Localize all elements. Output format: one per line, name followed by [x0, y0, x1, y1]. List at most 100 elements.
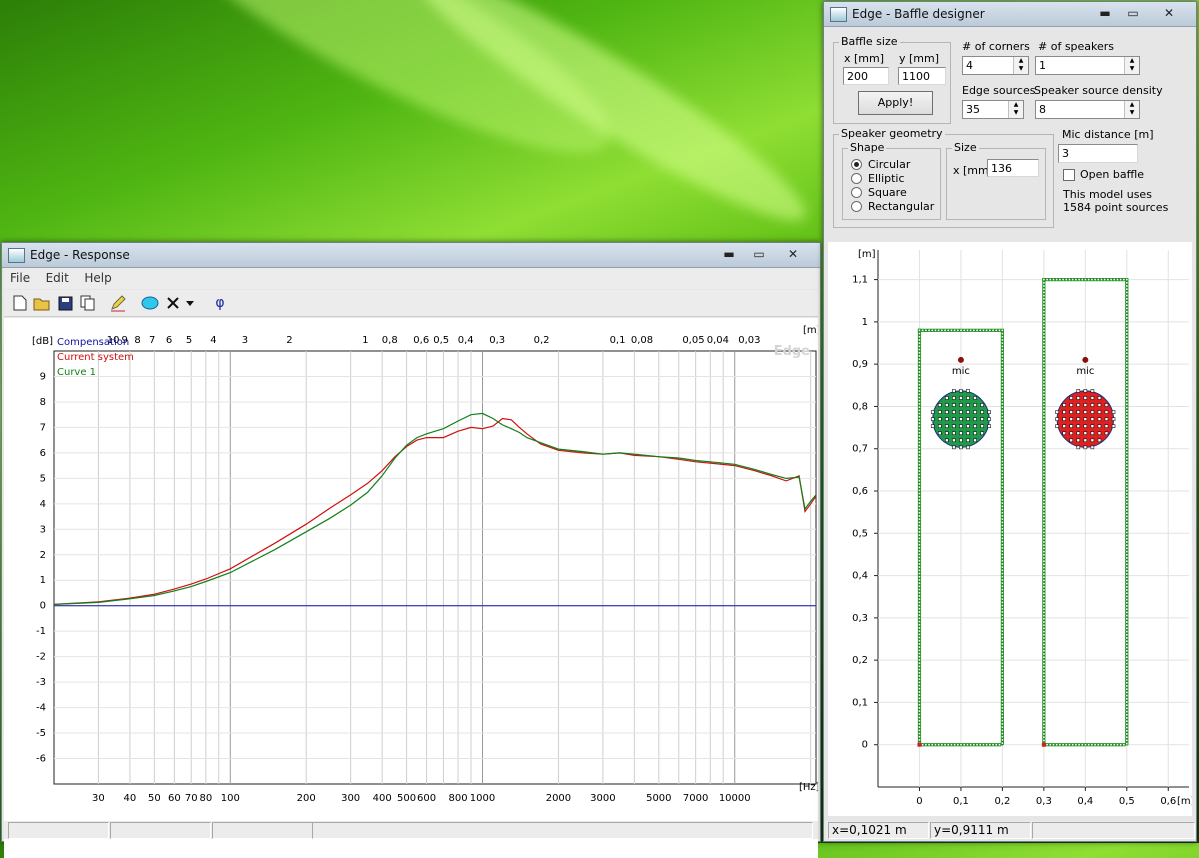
edge-source-point [1125, 405, 1129, 410]
baffle-titlebar[interactable]: Edge - Baffle designer ▬ ▭ ✕ [824, 2, 1196, 27]
top-axis-tick-label: 1 [362, 335, 368, 346]
edge-source-point [1045, 743, 1049, 747]
minimize-button[interactable]: ▬ [714, 245, 744, 263]
menu-file[interactable]: File [4, 268, 36, 285]
edge-source-point [1042, 437, 1046, 442]
edge-source-point [1000, 357, 1004, 361]
edge-source-point [1000, 530, 1004, 534]
edge-source-point [1042, 610, 1046, 614]
close-button[interactable]: ✕ [778, 245, 808, 263]
edge-source-point [1125, 591, 1129, 595]
radio-circular[interactable] [851, 159, 862, 170]
x-tick-label: 60 [168, 793, 181, 804]
speaker-source-point [959, 403, 963, 407]
edge-source-point [1125, 645, 1129, 650]
pencil-icon[interactable] [108, 293, 128, 313]
edge-source-point [917, 504, 922, 508]
speaker-source-point [1097, 417, 1102, 421]
edge-source-point [1042, 661, 1046, 666]
speaker-icon[interactable] [140, 293, 160, 313]
edge-source-point [917, 722, 922, 726]
size-x-input[interactable]: 136 [987, 159, 1039, 177]
edge-source-point [917, 367, 922, 371]
edge-source-point [921, 743, 925, 747]
speakers-spinner[interactable]: 1 ▲ ▼ [1035, 56, 1140, 75]
edge-source-point [1087, 743, 1091, 747]
edge-source-point [917, 491, 922, 496]
close-button[interactable]: ✕ [1154, 4, 1184, 22]
edge-source-point [1125, 287, 1129, 291]
speaker-source-point [937, 410, 942, 414]
edge-source-point [1000, 706, 1004, 710]
edge-source-point [956, 743, 960, 747]
edge-source-point [917, 738, 922, 742]
density-spinner[interactable]: 8 ▲ ▼ [1035, 100, 1140, 119]
edge-source-point [1000, 434, 1004, 438]
edge-source-point [1042, 549, 1046, 554]
edge-source-point [1125, 594, 1129, 598]
save-icon[interactable] [55, 293, 75, 313]
response-titlebar[interactable]: Edge - Response ▬ ▭ ✕ [2, 243, 820, 268]
maximize-button[interactable]: ▭ [744, 245, 774, 263]
open-baffle-checkbox[interactable] [1063, 169, 1075, 181]
edge-source-point [981, 743, 986, 747]
edge-source-point [1042, 498, 1046, 502]
edge-source-point [994, 328, 998, 332]
edge-source-point [1125, 316, 1129, 320]
edge-source-point [1000, 571, 1004, 576]
phase-button[interactable]: φ [210, 293, 230, 313]
open-folder-icon[interactable] [32, 293, 52, 313]
menu-edit[interactable]: Edit [40, 268, 75, 285]
corners-spinner[interactable]: 4 ▲ ▼ [962, 56, 1029, 75]
baffle-y-input[interactable]: 1100 [898, 67, 946, 85]
apply-button[interactable]: Apply! [858, 91, 933, 115]
edge-source-point [1077, 277, 1081, 282]
spinner-arrows-icon[interactable]: ▲ ▼ [1124, 57, 1139, 74]
edge-source-point [1000, 501, 1004, 505]
copy-icon[interactable] [78, 293, 98, 313]
menu-help[interactable]: Help [78, 268, 117, 285]
baffle-plot[interactable]: 00,10,20,30,40,50,6[m]1,110,90,80,70,60,… [828, 242, 1192, 816]
edge-sources-spinner[interactable]: 35 ▲ ▼ [962, 100, 1024, 119]
edge-source-point [1125, 511, 1129, 515]
edge-source-point [917, 344, 922, 348]
edge-source-point [1125, 671, 1129, 675]
edge-source-point [1077, 743, 1081, 747]
response-chart[interactable]: 9876543210-1-2-3-4-5-630 40 50 60 70 80 100 200… [4, 318, 818, 858]
edge-source-point [1042, 687, 1046, 691]
edge-source-point [1125, 348, 1129, 352]
baffle-x-input[interactable]: 200 [843, 67, 889, 85]
edge-source-point [1125, 623, 1129, 627]
spinner-arrows-icon[interactable]: ▲ ▼ [1013, 57, 1028, 74]
edge-source-point [1042, 681, 1046, 685]
speaker-source-point [930, 417, 935, 421]
edge-source-point [1042, 383, 1046, 387]
edge-source-point [1042, 658, 1046, 662]
edge-source-point [927, 328, 931, 332]
edge-source-point [917, 555, 922, 560]
radio-rectangular[interactable] [851, 201, 862, 212]
top-axis-tick-label: 4 [210, 335, 216, 346]
edge-source-point [1042, 633, 1046, 637]
edge-source-point [1125, 453, 1129, 458]
edge-source-point [1125, 396, 1129, 400]
x-tick-label: 7000 [683, 793, 708, 804]
new-file-icon[interactable] [10, 293, 30, 313]
spinner-arrows-icon[interactable]: ▲ ▼ [1008, 101, 1023, 118]
speaker-source-point [1090, 417, 1095, 421]
radio-square[interactable] [851, 187, 862, 198]
minimize-button[interactable]: ▬ [1090, 4, 1120, 22]
dropdown-arrow-icon[interactable] [184, 293, 196, 313]
speakers-value: 1 [1039, 59, 1046, 72]
edge-source-point [1125, 389, 1129, 394]
edge-source-point [1042, 725, 1046, 730]
edge-source-point [997, 328, 1002, 332]
model-info-line2: 1584 point sources [1063, 201, 1169, 214]
radio-elliptic[interactable] [851, 173, 862, 184]
delete-icon[interactable] [163, 293, 183, 313]
edge-source-point [917, 386, 922, 390]
spinner-arrows-icon[interactable]: ▲ ▼ [1124, 101, 1139, 118]
edge-source-point [1000, 671, 1004, 675]
mic-distance-input[interactable]: 3 [1058, 144, 1138, 163]
maximize-button[interactable]: ▭ [1118, 4, 1148, 22]
